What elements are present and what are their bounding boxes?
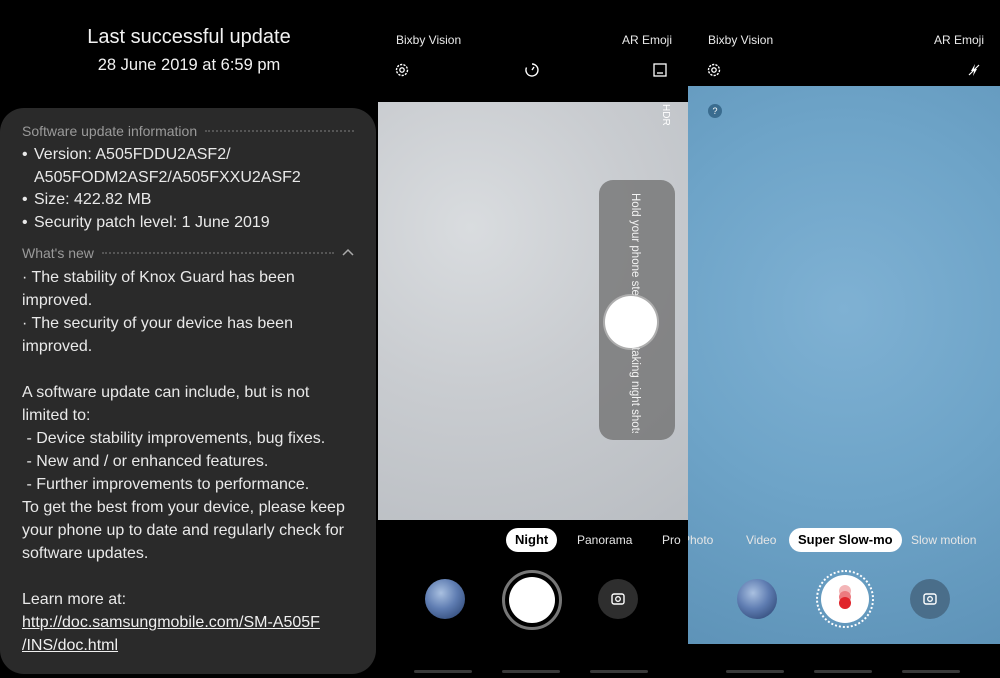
learn-more-link-cont[interactable]: /INS/doc.html: [22, 634, 354, 657]
mode-slow-motion[interactable]: Slow motion: [911, 528, 976, 552]
learn-more-link[interactable]: http://doc.samsungmobile.com/SM-A505F: [22, 611, 354, 634]
list-item: Version: A505FDDU2ASF2/A505FODM2ASF2/A50…: [22, 144, 354, 189]
ar-emoji-button[interactable]: AR Emoji: [934, 33, 984, 47]
ar-emoji-button[interactable]: AR Emoji: [622, 33, 672, 47]
nav-indicator: [814, 670, 872, 673]
gallery-thumbnail[interactable]: [425, 579, 465, 619]
update-date: 28 June 2019 at 6:59 pm: [97, 56, 281, 74]
shutter-inner: [509, 577, 555, 623]
timer-icon[interactable]: [524, 62, 540, 78]
switch-camera-button[interactable]: [910, 579, 950, 619]
software-update-panel: Last successful update 28 June 2019 at 6…: [0, 0, 378, 678]
divider: [101, 252, 334, 254]
mode-selector: Photo Video Super Slow-mo Slow motion: [688, 528, 1000, 552]
aspect-ratio-icon[interactable]: [652, 62, 668, 78]
divider: [205, 130, 354, 132]
viewfinder[interactable]: [688, 86, 1000, 644]
nav-indicator: [590, 670, 648, 673]
mode-selector: Night Panorama Pro: [378, 528, 688, 552]
mode-photo[interactable]: Photo: [688, 528, 713, 552]
mode-pro[interactable]: Pro: [662, 528, 681, 552]
nav-indicator: [414, 670, 472, 673]
bixby-vision-button[interactable]: Bixby Vision: [396, 33, 461, 47]
nav-indicator: [726, 670, 784, 673]
whats-new-header[interactable]: What's new: [22, 244, 354, 262]
flash-off-icon[interactable]: [966, 62, 982, 78]
nav-indicator: [902, 670, 960, 673]
mode-super-slow-mo[interactable]: Super Slow-mo: [789, 528, 902, 552]
mode-panorama[interactable]: Panorama: [577, 528, 632, 552]
hint-knob: [605, 296, 657, 348]
update-info-card: Software update information Version: A50…: [0, 108, 376, 674]
switch-camera-icon: [923, 593, 937, 605]
mode-video[interactable]: Video: [746, 528, 776, 552]
camera-slowmo-panel: Bixby Vision AR Emoji ? Photo Video Supe…: [688, 0, 1000, 678]
chevron-up-icon[interactable]: [342, 247, 354, 259]
whats-new-text: · The stability of Knox Guard has been i…: [22, 266, 354, 657]
list-item: Security patch level: 1 June 2019: [22, 212, 354, 235]
learn-more-label: Learn more at:: [22, 591, 127, 608]
settings-icon[interactable]: [706, 62, 722, 78]
mode-night[interactable]: Night: [506, 528, 558, 552]
nav-indicator: [502, 670, 560, 673]
whats-new-heading: What's new: [22, 245, 94, 261]
info-list: Version: A505FDDU2ASF2/A505FODM2ASF2/A50…: [22, 144, 354, 234]
camera-night-panel: Bixby Vision AR Emoji HDR Hold your phon…: [378, 0, 688, 678]
switch-camera-button[interactable]: [598, 579, 638, 619]
hdr-badge: HDR: [660, 104, 671, 126]
update-title: Last successful update: [87, 26, 291, 48]
gallery-thumbnail[interactable]: [737, 579, 777, 619]
help-icon[interactable]: ?: [708, 104, 722, 118]
info-heading: Software update information: [22, 123, 198, 139]
record-button[interactable]: [816, 570, 874, 628]
record-dot: [839, 597, 851, 609]
settings-icon[interactable]: [394, 62, 410, 78]
bixby-vision-button[interactable]: Bixby Vision: [708, 33, 773, 47]
info-section-header: Software update information: [22, 122, 354, 140]
record-icon: [821, 575, 869, 623]
list-item: Size: 422.82 MB: [22, 189, 354, 212]
shutter-button[interactable]: [502, 570, 562, 630]
switch-camera-icon: [611, 593, 625, 605]
